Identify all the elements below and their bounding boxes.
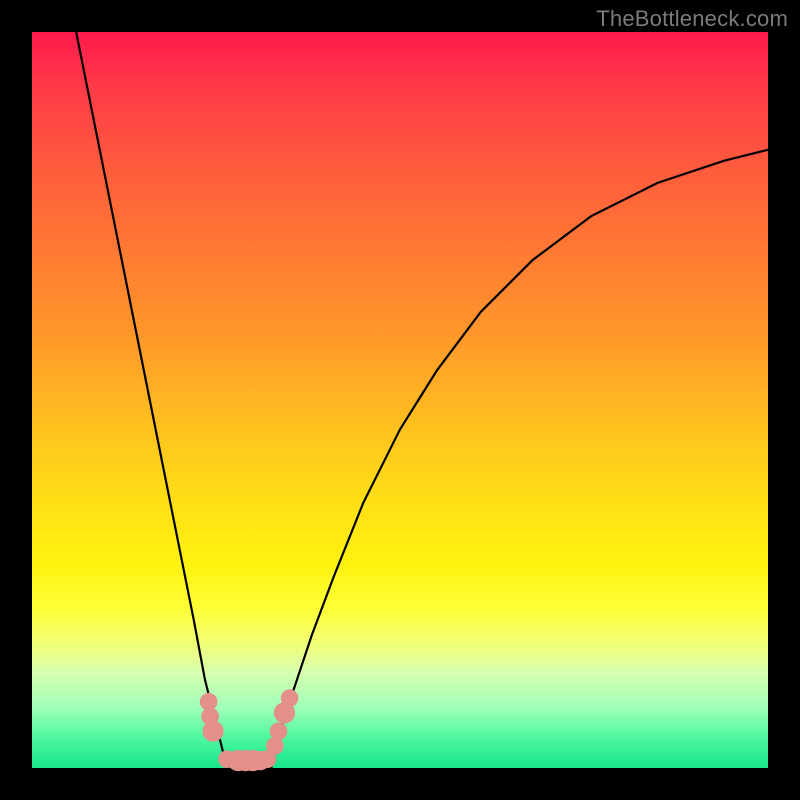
marker-left-cluster <box>202 721 223 742</box>
chart-frame: TheBottleneck.com <box>0 0 800 800</box>
marker-right-cluster <box>281 689 299 707</box>
watermark-text: TheBottleneck.com <box>596 6 788 32</box>
plot-area <box>32 32 768 768</box>
marker-right-cluster <box>266 737 284 755</box>
marker-right-cluster <box>270 722 288 740</box>
bottleneck-curve <box>76 32 768 768</box>
chart-svg <box>32 32 768 768</box>
